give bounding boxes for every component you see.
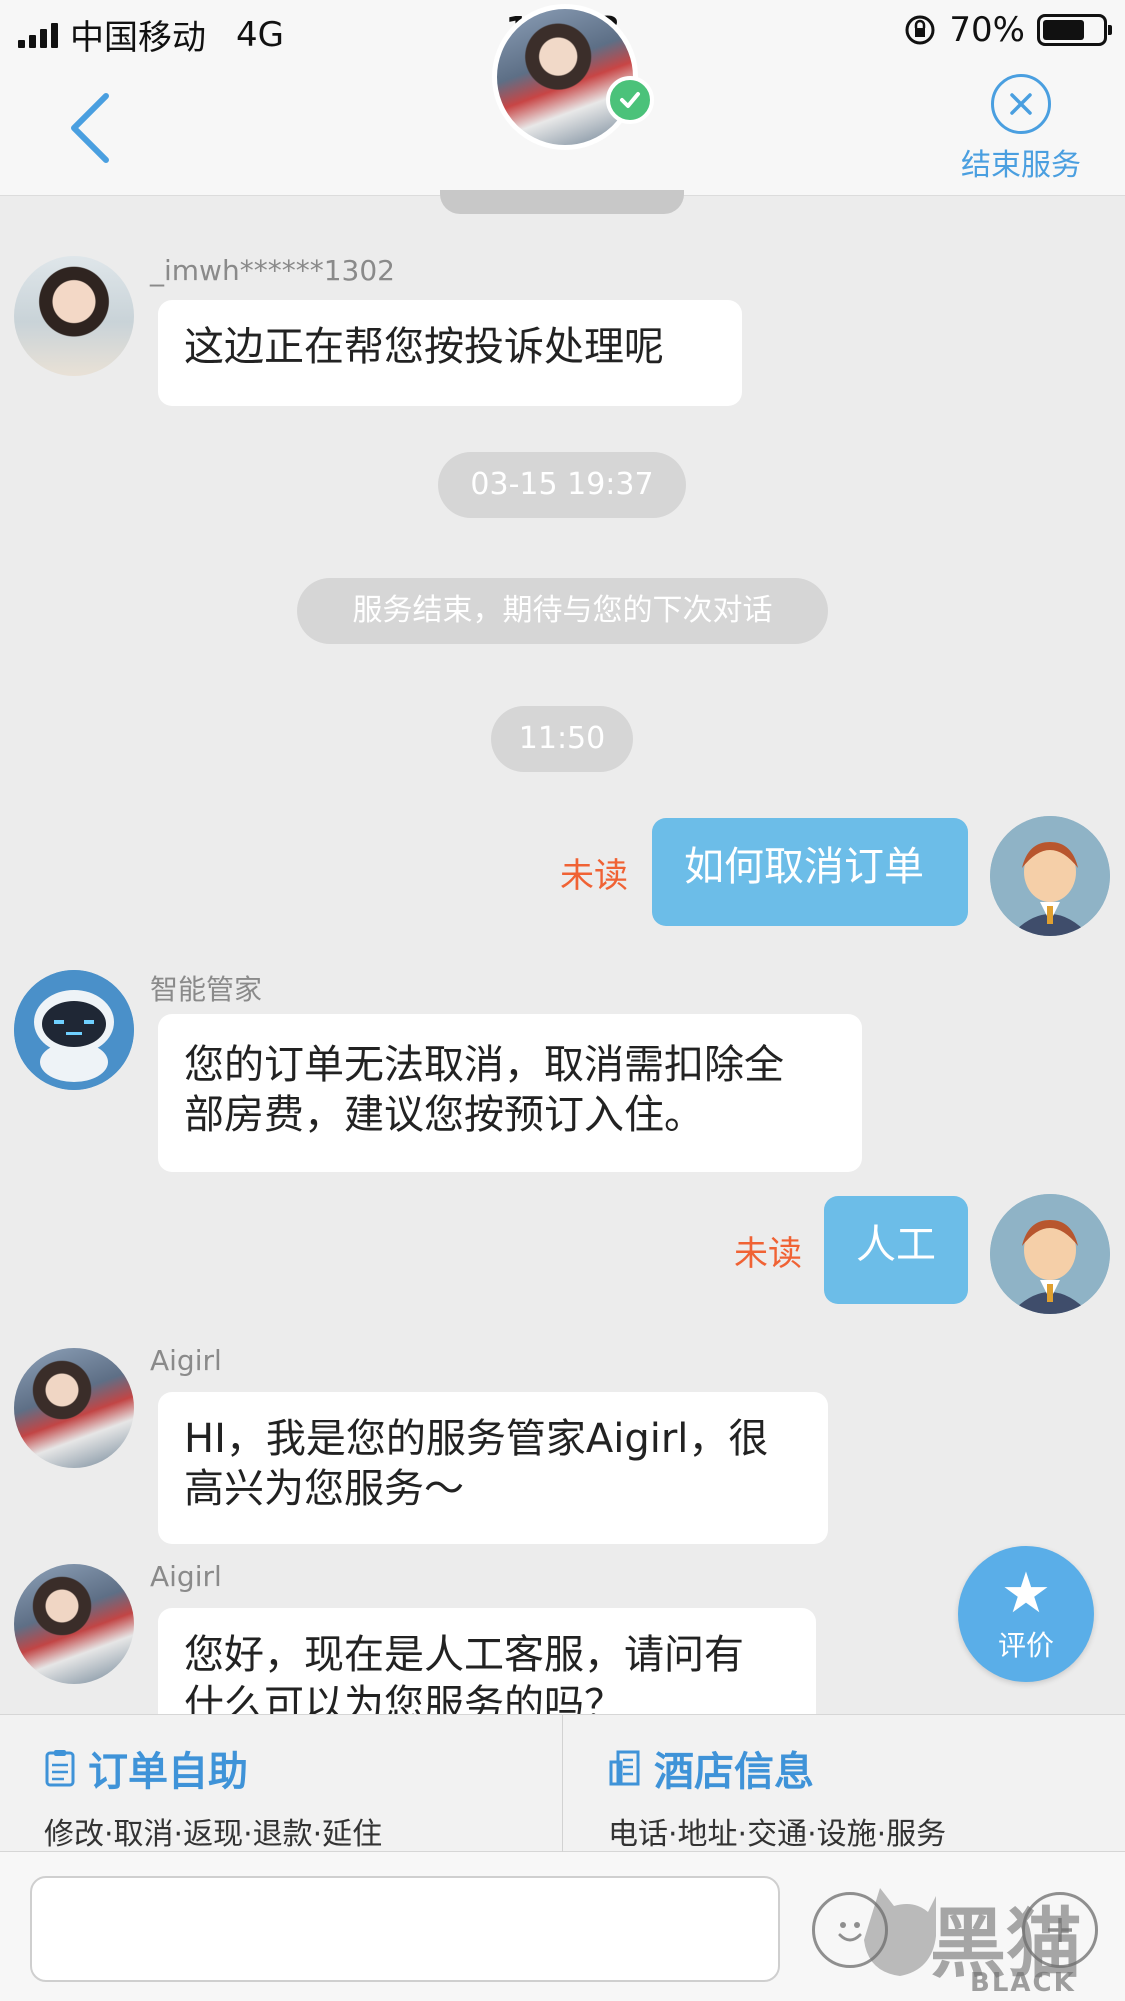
back-chevron-icon (71, 93, 109, 163)
rate-button[interactable]: ★ 评价 (958, 1546, 1094, 1682)
status-right: 70% (903, 10, 1112, 50)
robot-avatar-icon (14, 970, 134, 1090)
document-icon (45, 1750, 75, 1787)
avatar[interactable] (14, 256, 134, 376)
user-avatar-icon (990, 816, 1110, 936)
plus-icon (1048, 1918, 1072, 1942)
timestamp: 03-15 19:37 (438, 452, 686, 518)
rotation-lock-icon (905, 15, 935, 45)
rate-label: 评价 (997, 1629, 1054, 1662)
message-text-line: HI，我是您的服务管家Aigirl，很 (184, 1416, 769, 1462)
message-bubble-self[interactable]: 如何取消订单 (652, 818, 968, 926)
building-icon (609, 1750, 640, 1786)
order-self-service-title: 订单自助 (88, 1749, 248, 1795)
message-bubble[interactable]: 您好，现在是人工客服，请问有 什么可以为您服务的吗？ (158, 1608, 816, 1714)
close-circle-icon (991, 74, 1051, 134)
message-text-line: 高兴为您服务～ (184, 1466, 464, 1512)
hotel-info-subtitle: 电话·地址·交通·设施·服务 (608, 1817, 947, 1852)
message-text-line: 什么可以为您服务的吗？ (184, 1682, 624, 1714)
system-notice: 服务结束，期待与您的下次对话 (297, 578, 828, 644)
avatar[interactable] (14, 970, 134, 1090)
sender-name: _imwh******1302 (150, 254, 395, 287)
emoji-button[interactable] (812, 1892, 888, 1968)
end-service-label: 结束服务 (961, 148, 1081, 183)
hotel-info-button[interactable]: 酒店信息 电话·地址·交通·设施·服务 (608, 1739, 946, 1853)
message-text-line: 部房费，建议您按预订入住。 (184, 1092, 704, 1138)
sender-name: 智能管家 (150, 973, 263, 1006)
message-bubble[interactable]: 您的订单无法取消，取消需扣除全 部房费，建议您按预订入住。 (158, 1014, 862, 1172)
sender-name: Aigirl (150, 1560, 222, 1593)
avatar[interactable] (14, 1348, 134, 1468)
emoji-icon (838, 1922, 862, 1942)
message-bubble[interactable]: HI，我是您的服务管家Aigirl，很 高兴为您服务～ (158, 1392, 828, 1544)
end-service-button[interactable]: 结束服务 (957, 74, 1085, 184)
user-avatar-icon (990, 1194, 1110, 1314)
avatar[interactable] (14, 1564, 134, 1684)
battery-percent: 70% (949, 10, 1025, 50)
more-button[interactable] (1022, 1892, 1098, 1968)
avatar[interactable] (990, 816, 1110, 936)
back-button[interactable] (60, 88, 130, 168)
battery-icon (1037, 14, 1112, 46)
message-text: 人工 (856, 1222, 936, 1268)
verified-check-icon (606, 76, 654, 124)
message-text-line: 您的订单无法取消，取消需扣除全 (184, 1042, 784, 1088)
message-bubble-self[interactable]: 人工 (824, 1196, 968, 1304)
input-bar (0, 1852, 1125, 2001)
unread-status: 未读 (560, 856, 628, 896)
service-panel: 订单自助 修改·取消·返现·退款·延住 酒店信息 电话·地址·交通·设施·服务 (0, 1714, 1125, 1853)
message-text: 如何取消订单 (684, 844, 924, 890)
unread-status: 未读 (734, 1234, 802, 1274)
timestamp: 11:50 (491, 706, 633, 772)
sender-name: Aigirl (150, 1344, 222, 1377)
order-self-service-subtitle: 修改·取消·返现·退款·延住 (44, 1817, 383, 1852)
message-text-line: 您好，现在是人工客服，请问有 (184, 1632, 744, 1678)
hidden-pill-edge (440, 190, 684, 214)
avatar[interactable] (990, 1194, 1110, 1314)
star-icon: ★ (1000, 1561, 1052, 1626)
panel-divider (562, 1715, 563, 1853)
hotel-info-title: 酒店信息 (654, 1749, 814, 1795)
chat-messages[interactable]: _imwh******1302 这边正在帮您按投诉处理呢 03-15 19:37… (0, 196, 1125, 1714)
order-self-service-button[interactable]: 订单自助 修改·取消·返现·退款·延住 (44, 1739, 382, 1853)
agent-header-avatar[interactable] (492, 4, 638, 150)
message-bubble[interactable]: 这边正在帮您按投诉处理呢 (158, 300, 742, 406)
message-text: 这边正在帮您按投诉处理呢 (184, 324, 664, 370)
message-input[interactable] (30, 1876, 780, 1982)
